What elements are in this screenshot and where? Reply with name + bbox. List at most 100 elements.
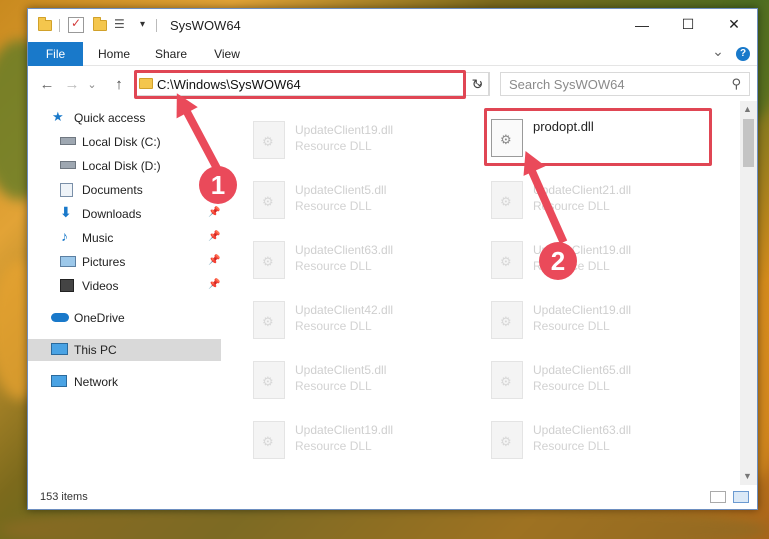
- file-item[interactable]: UpdateClient63.dll Resource DLL: [249, 235, 484, 285]
- file-name: UpdateClient63.dll: [533, 423, 632, 437]
- chevron-down-icon[interactable]: ▾: [140, 19, 156, 35]
- file-item[interactable]: UpdateClient63.dll Resource DLL: [487, 415, 722, 465]
- tab-share[interactable]: Share: [146, 42, 196, 66]
- tab-home[interactable]: Home: [88, 42, 140, 66]
- sidebar-item-downloads[interactable]: ⬇ Downloads 📌: [28, 203, 221, 225]
- network-icon: [51, 375, 67, 387]
- divider: [156, 19, 157, 32]
- ribbon-tabs: File Home Share View ⌄ ?: [28, 42, 757, 66]
- file-item[interactable]: UpdateClient19.dll Resource DLL: [249, 115, 484, 165]
- item-count: 153 items: [40, 491, 88, 503]
- file-name: UpdateClient21.dll: [533, 183, 632, 197]
- window-title: SysWOW64: [170, 18, 241, 33]
- sidebar-item-pictures[interactable]: Pictures 📌: [28, 251, 221, 273]
- navigation-pane: ★ Quick access Local Disk (C:) Local Dis…: [28, 105, 223, 485]
- step-1-badge: 1: [199, 166, 237, 204]
- videos-icon: [60, 279, 74, 292]
- file-name: UpdateClient42.dll: [295, 303, 394, 317]
- file-item[interactable]: UpdateClient42.dll Resource DLL: [249, 295, 484, 345]
- maximize-button[interactable]: ☐: [665, 9, 711, 40]
- file-item[interactable]: UpdateClient21.dll Resource DLL: [487, 175, 722, 225]
- refresh-button[interactable]: ↻: [466, 72, 490, 96]
- cloud-icon: [51, 313, 69, 322]
- file-item[interactable]: UpdateClient5.dll Resource DLL: [249, 355, 484, 405]
- file-name: UpdateClient19.dll: [295, 423, 394, 437]
- dll-file-icon: [253, 301, 285, 339]
- sidebar-item-onedrive[interactable]: OneDrive: [28, 307, 221, 329]
- file-item[interactable]: UpdateClient19.dll Resource DLL: [487, 295, 722, 345]
- file-type: Resource DLL: [295, 199, 372, 213]
- file-type: Resource DLL: [295, 379, 372, 393]
- dll-file-icon: [253, 181, 285, 219]
- sidebar-item-label: Pictures: [82, 255, 126, 269]
- sidebar-item-network[interactable]: Network: [28, 371, 221, 393]
- sidebar-item-label: Local Disk (D:): [82, 159, 161, 173]
- dll-file-icon: [253, 121, 285, 159]
- file-name: UpdateClient19.dll: [295, 123, 394, 137]
- sidebar-item-local-disk-d[interactable]: Local Disk (D:): [28, 155, 221, 177]
- music-icon: ♪: [61, 228, 68, 244]
- star-icon: ★: [52, 109, 64, 124]
- large-icons-view-icon[interactable]: [733, 491, 749, 503]
- sidebar-item-label: Documents: [82, 183, 143, 197]
- drive-icon: [60, 161, 76, 169]
- computer-icon: [51, 343, 68, 355]
- pin-icon[interactable]: 📌: [208, 255, 220, 266]
- up-button[interactable]: ↑: [110, 75, 128, 93]
- dll-file-icon: [491, 241, 523, 279]
- sidebar-item-label: Network: [74, 375, 119, 389]
- divider: [59, 19, 60, 32]
- expand-ribbon-icon[interactable]: ⌄: [708, 42, 728, 66]
- search-input[interactable]: Search SysWOW64 ⚲: [500, 72, 750, 96]
- customize-toolbar-icon[interactable]: ☰: [114, 17, 130, 33]
- pin-icon[interactable]: 📌: [208, 207, 220, 218]
- scroll-up-icon[interactable]: ▲: [743, 104, 752, 114]
- vertical-scrollbar[interactable]: ▲ ▼: [740, 101, 757, 485]
- pin-icon[interactable]: 📌: [208, 231, 220, 242]
- minimize-button[interactable]: —: [619, 9, 665, 40]
- scrollbar-thumb[interactable]: [743, 119, 754, 167]
- close-button[interactable]: ✕: [711, 9, 757, 40]
- sidebar-item-label: Local Disk (C:): [82, 135, 161, 149]
- dll-file-icon: [491, 361, 523, 399]
- explorer-window: ✓ ☰ ▾ SysWOW64 — ☐ ✕ File Home Share Vie…: [27, 8, 758, 510]
- forward-button[interactable]: →: [63, 75, 81, 93]
- file-type: Resource DLL: [533, 439, 610, 453]
- recent-locations-button[interactable]: ⌄: [83, 75, 101, 93]
- tab-view[interactable]: View: [204, 42, 250, 66]
- search-icon: ⚲: [731, 76, 741, 91]
- dll-file-icon: [253, 421, 285, 459]
- file-name: UpdateClient5.dll: [295, 183, 387, 197]
- file-item[interactable]: UpdateClient5.dll Resource DLL: [249, 175, 484, 225]
- new-folder-icon[interactable]: [92, 17, 108, 33]
- sidebar-item-documents[interactable]: Documents 📌: [28, 179, 221, 201]
- properties-icon[interactable]: ✓: [68, 16, 84, 33]
- sidebar-item-local-disk-c[interactable]: Local Disk (C:): [28, 131, 221, 153]
- file-type: Resource DLL: [533, 319, 610, 333]
- file-item[interactable]: UpdateClient19.dll Resource DLL: [487, 235, 722, 285]
- file-name: UpdateClient63.dll: [295, 243, 394, 257]
- scroll-down-icon[interactable]: ▼: [743, 471, 752, 481]
- pictures-icon: [60, 256, 76, 267]
- dll-file-icon: [491, 421, 523, 459]
- file-type: Resource DLL: [295, 319, 372, 333]
- sidebar-item-videos[interactable]: Videos 📌: [28, 275, 221, 297]
- details-view-icon[interactable]: [710, 491, 726, 503]
- sidebar-item-label: OneDrive: [74, 311, 125, 325]
- help-icon[interactable]: ?: [736, 47, 750, 61]
- download-icon: ⬇: [60, 204, 72, 220]
- file-item[interactable]: UpdateClient65.dll Resource DLL: [487, 355, 722, 405]
- dll-file-icon: [253, 361, 285, 399]
- file-type: Resource DLL: [295, 139, 372, 153]
- pin-icon[interactable]: 📌: [208, 279, 220, 290]
- sidebar-item-label: Videos: [82, 279, 119, 293]
- step-2-badge: 2: [539, 242, 577, 280]
- sidebar-item-music[interactable]: ♪ Music 📌: [28, 227, 221, 249]
- file-name: UpdateClient5.dll: [295, 363, 387, 377]
- file-type: Resource DLL: [295, 259, 372, 273]
- file-item[interactable]: UpdateClient19.dll Resource DLL: [249, 415, 484, 465]
- dll-file-icon: [253, 241, 285, 279]
- back-button[interactable]: ←: [38, 75, 56, 93]
- sidebar-item-this-pc[interactable]: This PC: [28, 339, 221, 361]
- tab-file[interactable]: File: [28, 42, 83, 66]
